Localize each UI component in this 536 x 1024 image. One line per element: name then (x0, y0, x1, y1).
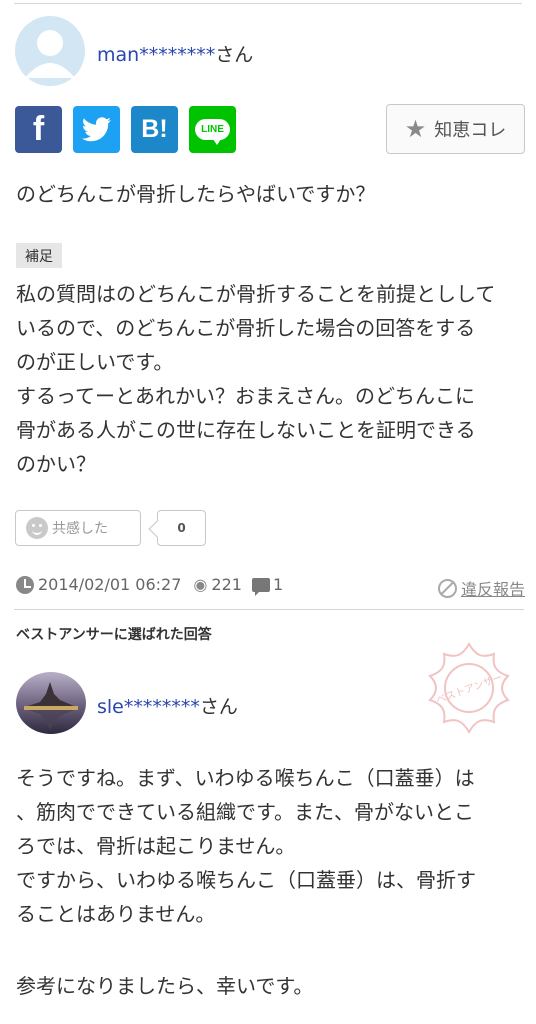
questioner-avatar[interactable] (15, 16, 85, 86)
answerer-avatar[interactable] (16, 672, 86, 734)
report-link[interactable]: 違反報告 (437, 576, 525, 600)
view-count: 221 (211, 575, 242, 594)
answerer-username[interactable]: sle********さん (97, 692, 238, 719)
questioner-honorific: さん (215, 44, 254, 66)
answer-line: ることはありません。 (16, 902, 216, 926)
answer-line: 参考になりましたら、幸いです。 (16, 974, 314, 998)
hatena-bookmark-button[interactable]: B! (131, 106, 178, 153)
supplement-line: のかい？ (16, 452, 96, 476)
smiley-icon (26, 517, 48, 539)
answer-line: そうですね。まず、いわゆる喉ちんこ（口蓋垂）は (16, 766, 475, 790)
supplement-badge: 補足 (16, 243, 62, 268)
twitter-bird-icon (81, 116, 111, 141)
hatena-icon-label: B! (141, 115, 168, 143)
posted-date: 2014/02/01 06:27 (38, 575, 182, 594)
empathy-label: 共感した (52, 521, 108, 537)
questioner-username[interactable]: man********さん (97, 40, 253, 67)
question-meta: 2014/02/01 06:27 ◉ 221 1 (16, 575, 284, 596)
comment-count: 1 (272, 575, 284, 594)
eye-icon: ◉ (193, 575, 208, 594)
answerer-name[interactable]: sle******** (97, 696, 200, 718)
empathy-count-value: 0 (177, 521, 186, 535)
top-divider (14, 3, 522, 4)
question-title: のどちんこが骨折したらやばいですか？ (16, 182, 376, 206)
chie-collection-button[interactable]: ★ 知恵コレ (386, 104, 525, 154)
supplement-line: 私の質問はのどちんこが骨折することを前提としして (16, 282, 496, 306)
supplement-line: のが正しいです。 (16, 350, 174, 374)
chie-collection-label: 知恵コレ (434, 120, 507, 141)
section-divider (14, 609, 524, 610)
facebook-icon: f (32, 110, 45, 148)
facebook-share-button[interactable]: f (15, 106, 62, 153)
answer-line: ろでは、骨折は起こりません。 (16, 834, 296, 858)
prohibited-icon (437, 578, 457, 598)
clock-icon (16, 575, 34, 594)
twitter-share-button[interactable] (73, 106, 120, 153)
star-icon: ★ (404, 115, 427, 143)
supplement-line: いるので、のどちんこが骨折した場合の回答をする (16, 316, 476, 340)
best-answer-heading: ベストアンサーに選ばれた回答 (16, 627, 212, 643)
comment-icon (251, 577, 270, 596)
report-label[interactable]: 違反報告 (461, 576, 525, 600)
supplement-line: 骨がある人がこの世に存在しないことを証明できる (16, 418, 476, 442)
best-answer-stamp: ベストアンサー (428, 642, 510, 734)
answer-line: ですから、いわゆる喉ちんこ（口蓋垂）は、骨折す (16, 868, 476, 892)
line-icon: LINE (195, 119, 230, 145)
answer-line: 、筋肉でできている組織です。また、骨がないとこ (16, 800, 474, 824)
empathy-button[interactable]: 共感した (15, 510, 141, 546)
questioner-name[interactable]: man******** (97, 44, 215, 66)
empathy-count: 0 (157, 510, 206, 546)
supplement-line: するってーとあれかい？おまえさん。のどちんこに (16, 384, 475, 408)
answerer-honorific: さん (199, 696, 238, 718)
line-share-button[interactable]: LINE (189, 106, 236, 153)
